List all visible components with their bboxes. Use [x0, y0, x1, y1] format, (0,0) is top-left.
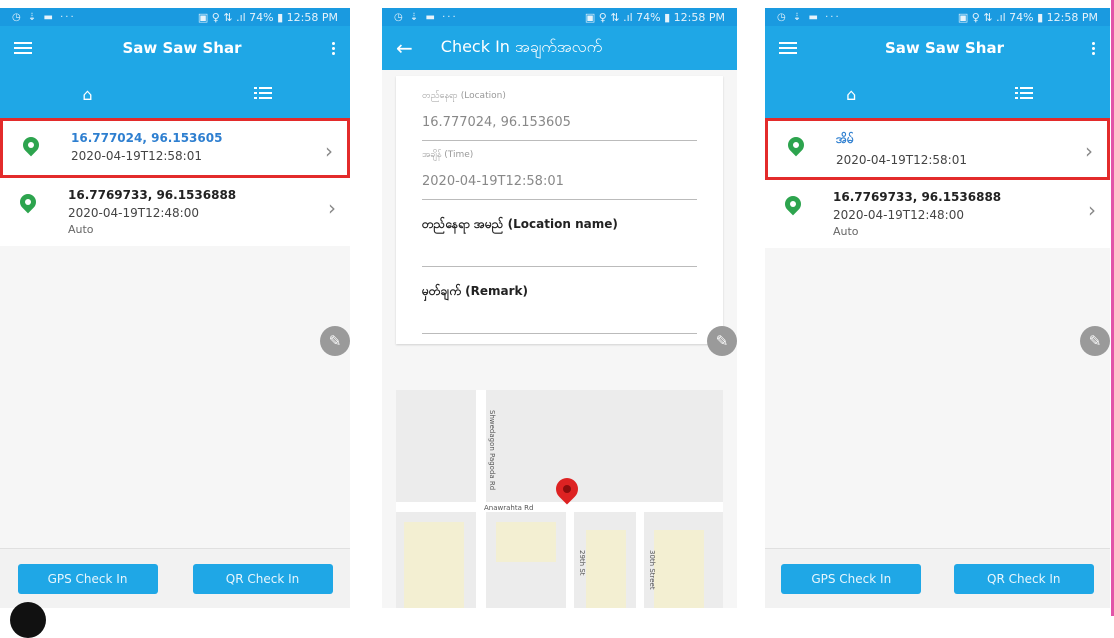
time-label: အချိန် (Time): [422, 150, 474, 160]
phone-screen-home-updated: ◷ ⇣ ▬ ··· ▣ ♀ ⇅ .ıl 74% ▮ 12:58 PM Saw S…: [765, 8, 1110, 608]
status-bar: ◷ ⇣ ▬ ··· ▣ ♀ ⇅ .ıl 74% ▮ 12:58 PM: [765, 8, 1110, 26]
item-mode: Auto: [833, 225, 859, 238]
remark-label: မှတ်ချက် (Remark): [422, 284, 528, 298]
app-bar: ← Check In အချက်အလက်: [382, 26, 737, 70]
item-date: 2020-04-19T12:48:00: [833, 208, 964, 222]
app-title: Saw Saw Shar: [884, 39, 1004, 57]
qr-check-in-button[interactable]: QR Check In: [192, 563, 333, 594]
location-field: တည်နေရာ (Location) 16.777024, 96.153605: [422, 90, 697, 141]
item-date: 2020-04-19T12:58:01: [836, 153, 967, 167]
map-block: [586, 530, 626, 608]
checkin-list: 16.777024, 96.153605 2020-04-19T12:58:01…: [0, 118, 350, 246]
status-bar: ◷ ⇣ ▬ ··· ▣ ♀ ⇅ .ıl 74% ▮ 12:58 PM: [382, 8, 737, 26]
app-title: Saw Saw Shar: [122, 39, 242, 57]
map-block: [654, 530, 704, 608]
checkin-form: တည်နေရာ (Location) 16.777024, 96.153605 …: [396, 76, 723, 344]
tab-bar: ⌂: [0, 70, 350, 118]
status-left-icons: ◷ ⇣ ▬ ···: [12, 11, 76, 23]
map-block: [496, 522, 556, 562]
item-mode: Auto: [68, 223, 94, 236]
location-map[interactable]: Shwedagon Pagoda Rd Anawrahta Rd 29th St…: [396, 390, 723, 608]
checkin-list: အိမ် 2020-04-19T12:58:01 › 16.7769733, 9…: [765, 118, 1110, 248]
menu-icon[interactable]: [14, 42, 32, 54]
gps-check-in-button[interactable]: GPS Check In: [781, 563, 922, 594]
remark-field[interactable]: မှတ်ချက် (Remark): [422, 283, 697, 334]
list-item[interactable]: 16.7769733, 96.1536888 2020-04-19T12:48:…: [0, 178, 350, 246]
time-value: 2020-04-19T12:58:01: [422, 174, 564, 189]
edit-icon[interactable]: ✎: [320, 326, 350, 356]
location-pin-icon: [16, 190, 40, 214]
home-icon: ⌂: [846, 84, 857, 104]
map-road: [396, 502, 723, 512]
map-road: [636, 512, 644, 608]
qr-check-in-button[interactable]: QR Check In: [953, 563, 1094, 594]
corner-circle: [10, 602, 46, 638]
chevron-right-icon: ›: [328, 196, 336, 220]
map-road-label: Shwedagon Pagoda Rd: [488, 410, 496, 491]
tab-bar: ⌂: [765, 70, 1110, 118]
item-coordinates: 16.7769733, 96.1536888: [68, 188, 237, 202]
page-title: Check In အချက်အလက်: [440, 37, 603, 56]
map-road: [476, 390, 486, 608]
status-right-info: ▣ ♀ ⇅ .ıl 74% ▮ 12:58 PM: [197, 10, 338, 24]
app-bar: Saw Saw Shar: [0, 26, 350, 70]
home-icon: ⌂: [82, 84, 93, 104]
bottom-action-bar: GPS Check In QR Check In: [0, 548, 350, 608]
tab-home[interactable]: ⌂: [765, 85, 938, 104]
status-right-info: ▣ ♀ ⇅ .ıl 74% ▮ 12:58 PM: [584, 10, 725, 24]
app-bar: Saw Saw Shar: [765, 26, 1110, 70]
tab-home[interactable]: ⌂: [0, 85, 175, 104]
status-left-icons: ◷ ⇣ ▬ ···: [394, 11, 458, 23]
item-coordinates: 16.7769733, 96.1536888: [833, 190, 1002, 204]
item-coordinates: 16.777024, 96.153605: [71, 131, 223, 145]
menu-icon[interactable]: [779, 42, 797, 54]
tab-list[interactable]: [938, 85, 1111, 104]
tab-list[interactable]: [175, 85, 350, 104]
chevron-right-icon: ›: [1088, 198, 1096, 222]
item-location-name: အိမ်: [836, 132, 854, 146]
location-value: 16.777024, 96.153605: [422, 115, 571, 130]
kebab-menu-icon[interactable]: [1091, 41, 1096, 55]
location-pin-icon: [781, 192, 805, 216]
item-date: 2020-04-19T12:58:01: [71, 149, 202, 163]
list-item[interactable]: 16.777024, 96.153605 2020-04-19T12:58:01…: [0, 118, 350, 178]
list-item[interactable]: 16.7769733, 96.1536888 2020-04-19T12:48:…: [765, 180, 1110, 248]
edit-icon[interactable]: ✎: [707, 326, 737, 356]
location-name-label: တည်နေရာ အမည် (Location name): [422, 217, 618, 231]
map-road-label: Anawrahta Rd: [484, 504, 534, 512]
list-icon: [253, 86, 272, 100]
map-block: [404, 522, 464, 608]
list-item[interactable]: အိမ် 2020-04-19T12:58:01 ›: [765, 118, 1110, 180]
phone-screen-checkin-detail: ◷ ⇣ ▬ ··· ▣ ♀ ⇅ .ıl 74% ▮ 12:58 PM ← Che…: [382, 8, 737, 608]
map-road: [566, 512, 574, 608]
chevron-right-icon: ›: [1085, 139, 1093, 163]
time-field: အချိန် (Time) 2020-04-19T12:58:01: [422, 149, 697, 200]
status-bar: ◷ ⇣ ▬ ··· ▣ ♀ ⇅ .ıl 74% ▮ 12:58 PM: [0, 8, 350, 26]
bottom-action-bar: GPS Check In QR Check In: [765, 548, 1110, 608]
map-marker-icon: [551, 473, 583, 505]
item-date: 2020-04-19T12:48:00: [68, 206, 199, 220]
gps-check-in-button[interactable]: GPS Check In: [17, 563, 158, 594]
map-road-label: 30th Street: [648, 550, 656, 590]
status-left-icons: ◷ ⇣ ▬ ···: [777, 11, 841, 23]
status-right-info: ▣ ♀ ⇅ .ıl 74% ▮ 12:58 PM: [957, 10, 1098, 24]
edit-icon[interactable]: ✎: [1080, 326, 1110, 356]
list-icon: [1014, 86, 1033, 100]
back-arrow-icon[interactable]: ←: [396, 36, 413, 60]
location-name-field[interactable]: တည်နေရာ အမည် (Location name): [422, 216, 697, 267]
kebab-menu-icon[interactable]: [331, 41, 336, 55]
location-pin-icon: [19, 133, 43, 157]
location-label: တည်နေရာ (Location): [422, 91, 506, 101]
location-pin-icon: [784, 133, 808, 157]
map-road-label: 29th St: [578, 550, 586, 576]
chevron-right-icon: ›: [325, 139, 333, 163]
phone-screen-home: ◷ ⇣ ▬ ··· ▣ ♀ ⇅ .ıl 74% ▮ 12:58 PM Saw S…: [0, 8, 350, 608]
